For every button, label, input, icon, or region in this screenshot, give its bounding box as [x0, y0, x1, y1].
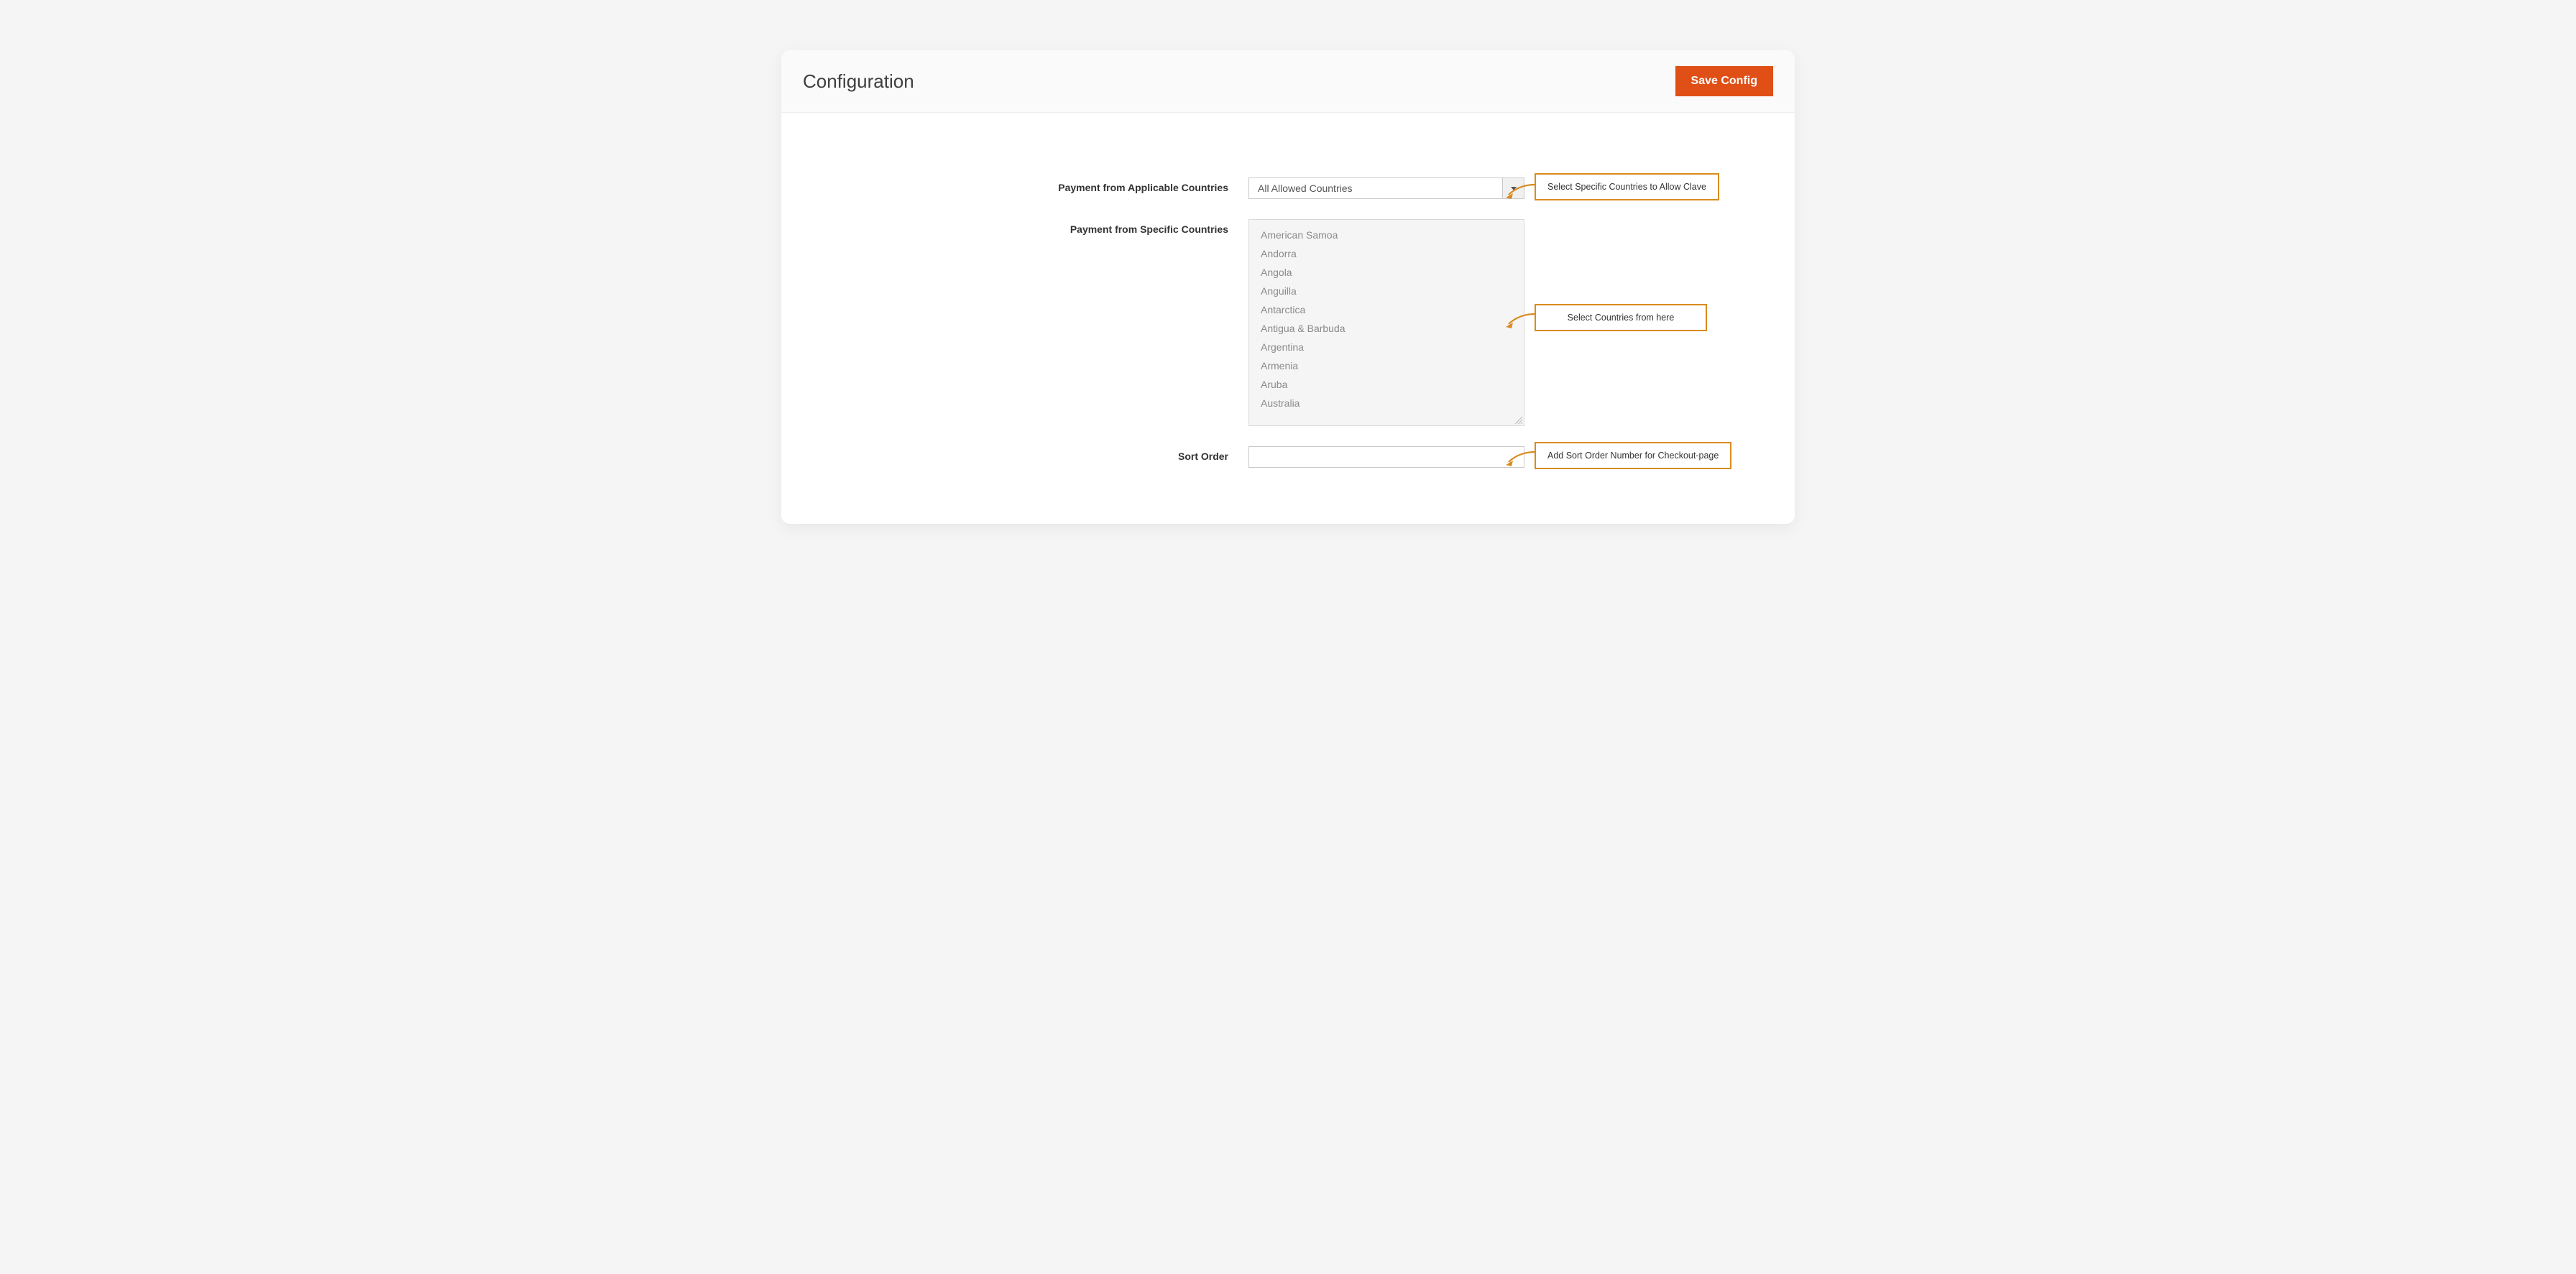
country-option[interactable]: Antigua & Barbuda [1261, 319, 1524, 338]
country-option[interactable]: Anguilla [1261, 282, 1524, 300]
resize-handle-icon[interactable] [1514, 415, 1522, 424]
caret-down-icon [1511, 187, 1517, 190]
sort-order-input[interactable] [1248, 446, 1524, 468]
applicable-countries-select[interactable]: All Allowed Countries [1248, 177, 1524, 199]
specific-countries-multiselect[interactable]: American SamoaAndorraAngolaAnguillaAntar… [1248, 219, 1524, 426]
control-wrap-specific: American SamoaAndorraAngolaAnguillaAntar… [1248, 219, 1524, 426]
row-sort-order: Sort Order Add Sort Order Number for Che… [803, 446, 1773, 468]
applicable-countries-selected-value: All Allowed Countries [1258, 183, 1353, 194]
label-applicable-countries: Payment from Applicable Countries [803, 177, 1248, 193]
label-specific-countries: Payment from Specific Countries [803, 219, 1248, 235]
country-option[interactable]: Argentina [1261, 338, 1524, 356]
save-config-button[interactable]: Save Config [1675, 66, 1773, 96]
country-option[interactable]: Australia [1261, 394, 1524, 412]
header-bar: Configuration Save Config [781, 50, 1795, 113]
country-option[interactable]: Armenia [1261, 356, 1524, 375]
row-applicable-countries: Payment from Applicable Countries All Al… [803, 177, 1773, 199]
country-option[interactable]: Andorra [1261, 244, 1524, 263]
dropdown-toggle[interactable] [1502, 178, 1524, 198]
country-option[interactable]: Aruba [1261, 375, 1524, 394]
country-option[interactable]: American Samoa [1261, 226, 1524, 244]
row-specific-countries: Payment from Specific Countries American… [803, 219, 1773, 426]
page-title: Configuration [803, 70, 914, 93]
callout-applicable: Select Specific Countries to Allow Clave [1535, 173, 1719, 200]
callout-sort-order: Add Sort Order Number for Checkout-page [1535, 442, 1731, 469]
country-option[interactable]: Angola [1261, 263, 1524, 282]
country-option[interactable]: Antarctica [1261, 300, 1524, 319]
control-wrap-sort-order: Add Sort Order Number for Checkout-page [1248, 446, 1524, 468]
control-wrap-applicable: All Allowed Countries Select Specific Co… [1248, 177, 1524, 199]
config-card: Configuration Save Config Payment from A… [781, 50, 1795, 524]
form-area: Payment from Applicable Countries All Al… [781, 113, 1795, 495]
label-sort-order: Sort Order [803, 446, 1248, 462]
callout-specific: Select Countries from here [1535, 304, 1707, 331]
